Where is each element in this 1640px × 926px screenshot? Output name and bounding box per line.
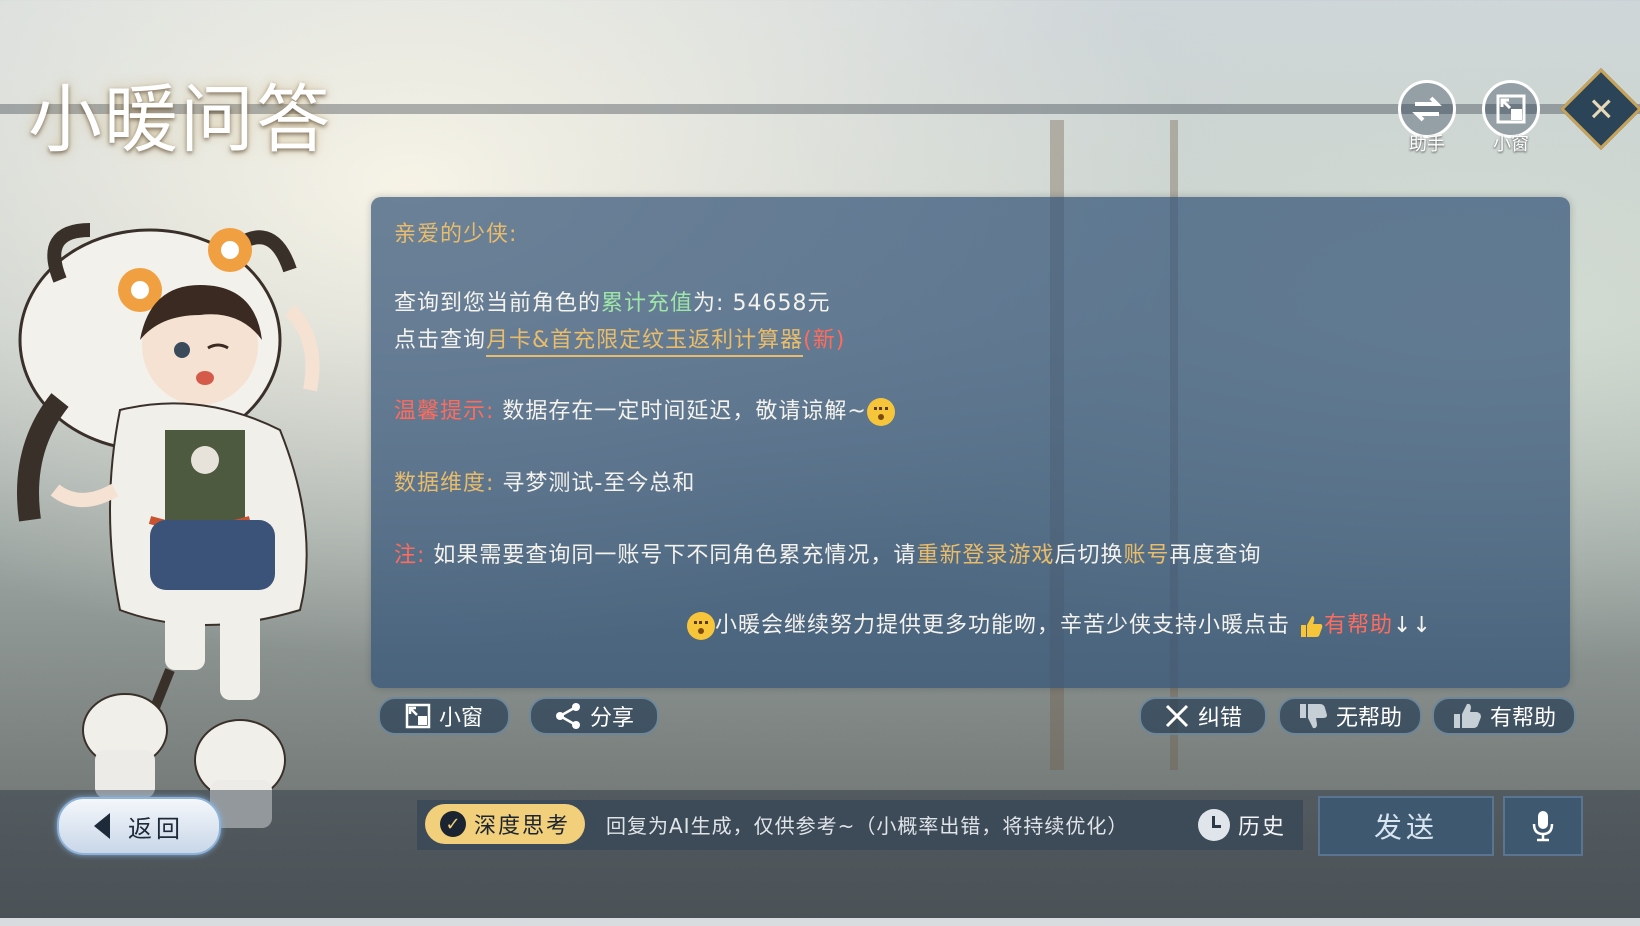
recharge-suffix: 为: <box>693 291 725 316</box>
share-button[interactable]: 分享 <box>529 697 659 735</box>
mic-button[interactable] <box>1503 796 1583 856</box>
note-label: 注: <box>394 543 426 568</box>
emoji-icon <box>687 612 715 640</box>
assistant-button[interactable]: 助手 <box>1396 80 1458 156</box>
calculator-link[interactable]: 月卡&首充限定纹玉返利计算器 <box>486 328 804 357</box>
answer-card: 亲爱的少侠: 查询到您当前角色的累计充值为: 54658元 点击查询月卡&首充限… <box>371 197 1570 688</box>
footer-line: 小暖会继续努力提供更多功能吻，辛苦少侠支持小暖点击 有帮助↓↓ <box>687 607 1432 640</box>
note-text1: 如果需要查询同一账号下不同角色累充情况，请 <box>433 543 917 568</box>
recharge-line: 查询到您当前角色的累计充值为: 54658元 <box>394 285 830 317</box>
helpful-label: 有帮助 <box>1489 706 1556 731</box>
mini-window-button-label: 小窗 <box>438 706 483 731</box>
deep-think-toggle[interactable]: ✓ 深度思考 <box>425 804 585 844</box>
thumbs-up-icon <box>1301 616 1323 637</box>
mini-window-top-button[interactable]: 小窗 <box>1480 80 1542 156</box>
mic-icon <box>1532 811 1554 842</box>
calculator-prefix: 点击查询 <box>394 328 487 353</box>
x-icon <box>1165 704 1189 728</box>
correct-label: 纠错 <box>1197 706 1242 731</box>
note-text3: 再度查询 <box>1169 543 1262 568</box>
share-icon <box>555 703 580 729</box>
not-helpful-label: 无帮助 <box>1335 706 1402 731</box>
footer-highlight: 有帮助 <box>1324 613 1394 638</box>
calculator-line: 点击查询月卡&首充限定纹玉返利计算器(新) <box>394 322 846 357</box>
send-button[interactable]: 发送 <box>1318 796 1494 856</box>
character-illustration <box>17 223 320 828</box>
footer-arrows: ↓↓ <box>1393 613 1432 638</box>
new-tag: (新) <box>803 328 846 353</box>
dimension-value: 寻梦测试-至今总和 <box>502 471 696 496</box>
close-icon: ✕ <box>1587 90 1615 128</box>
mini-window-icon <box>405 703 431 729</box>
page-title: 小暖问答 <box>28 77 332 163</box>
mini-window-button[interactable]: 小窗 <box>378 697 510 735</box>
helpful-button[interactable]: 有帮助 <box>1432 697 1576 735</box>
not-helpful-button[interactable]: 无帮助 <box>1278 697 1422 735</box>
check-icon: ✓ <box>439 811 466 837</box>
history-button[interactable]: 历史 <box>1198 806 1296 844</box>
thumbs-down-icon <box>1299 704 1327 729</box>
dimension-label: 数据维度: <box>394 471 495 496</box>
note-text2: 后切换 <box>1054 543 1124 568</box>
greeting: 亲爱的少侠: <box>394 222 518 247</box>
tip-text: 数据存在一定时间延迟，敬请谅解~ <box>502 399 867 424</box>
assistant-label: 助手 <box>1409 134 1445 155</box>
history-label: 历史 <box>1238 815 1287 840</box>
tip-label: 温馨提示: <box>394 399 495 424</box>
dimension-line: 数据维度: 寻梦测试-至今总和 <box>394 465 695 497</box>
note-highlight-relogin: 重新登录游戏 <box>916 543 1055 568</box>
thumbs-up-icon <box>1453 703 1481 728</box>
back-triangle-icon <box>94 813 110 839</box>
footer-text: 小暖会继续努力提供更多功能吻，辛苦少侠支持小暖点击 <box>715 613 1291 638</box>
back-button[interactable]: 返回 <box>57 797 221 855</box>
deep-think-label: 深度思考 <box>473 814 570 839</box>
note-highlight-account: 账号 <box>1123 543 1170 568</box>
mini-window-label: 小窗 <box>1493 134 1529 155</box>
emoji-icon <box>866 398 895 426</box>
share-label: 分享 <box>589 706 634 731</box>
recharge-value: 54658元 <box>732 291 831 316</box>
recharge-highlight: 累计充值 <box>601 291 694 316</box>
note-line: 注: 如果需要查询同一账号下不同角色累充情况，请重新登录游戏后切换账号再度查询 <box>394 537 1262 569</box>
correct-button[interactable]: 纠错 <box>1139 697 1267 735</box>
recharge-prefix: 查询到您当前角色的 <box>394 291 602 316</box>
bottom-strip <box>0 918 1640 926</box>
clock-icon <box>1198 809 1230 841</box>
tip-line: 温馨提示: 数据存在一定时间延迟，敬请谅解~ <box>394 393 895 426</box>
back-label: 返回 <box>128 814 184 843</box>
question-input[interactable] <box>604 800 1168 852</box>
